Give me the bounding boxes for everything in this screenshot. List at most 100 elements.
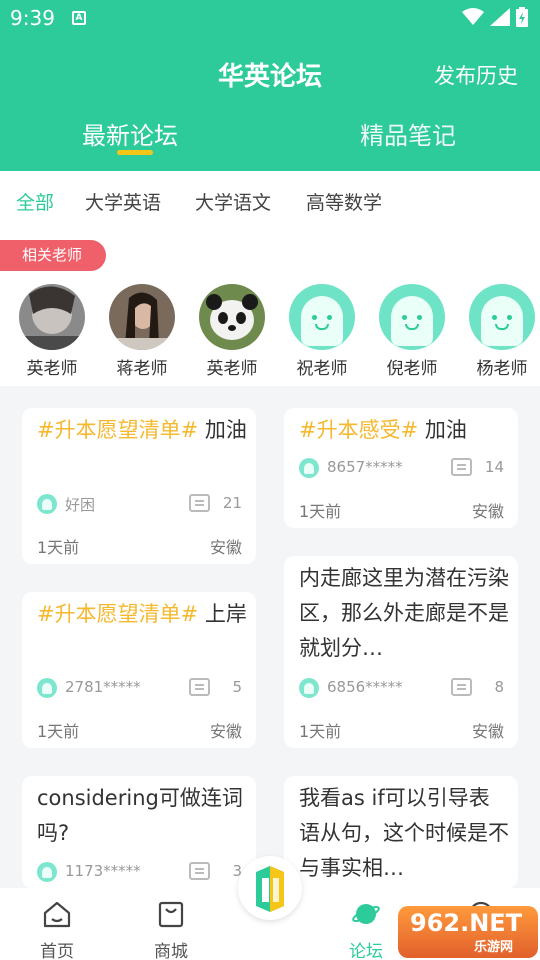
post-title: #升本愿望清单# 上岸: [37, 597, 247, 632]
post-card[interactable]: #升本愿望清单# 加油 好困 21 1天前 安徽: [22, 408, 256, 564]
user-avatar-icon: [37, 678, 57, 698]
post-text: 加油: [198, 418, 247, 442]
post-author: 6856*****: [327, 678, 403, 696]
nav-mall[interactable]: 商城: [136, 900, 206, 960]
post-title: 我看as if可以引导表语从句，这个时候是不与事实相…: [299, 786, 509, 880]
teacher-name: 祝老师: [296, 359, 348, 379]
default-avatar-icon: [289, 284, 355, 350]
nav-forum[interactable]: 论坛: [331, 900, 401, 960]
post-title: considering可做连词吗?: [37, 786, 243, 845]
tab-latest-forum[interactable]: 最新论坛: [82, 116, 178, 151]
comment-icon: [189, 862, 210, 880]
post-footer: 1天前 安徽: [37, 718, 242, 742]
post-tag[interactable]: #升本感受#: [299, 418, 418, 442]
teacher-item[interactable]: 杨老师: [457, 284, 540, 379]
teacher-item[interactable]: 祝老师: [277, 284, 367, 379]
teacher-name: 英老师: [206, 359, 258, 379]
post-footer: 1天前 安徽: [299, 718, 504, 742]
nav-home-label: 首页: [40, 942, 74, 960]
comment-icon: [451, 678, 472, 696]
teacher-avatar: [19, 284, 85, 350]
user-avatar-icon: [37, 862, 57, 882]
teacher-item[interactable]: 倪老师: [367, 284, 457, 379]
filter-advanced-math[interactable]: 高等数学: [306, 188, 382, 215]
post-card[interactable]: #升本感受# 加油 8657***** 14 1天前 安徽: [284, 408, 518, 528]
post-card[interactable]: 内走廊这里为潜在污染区，那么外走廊是不是就划分… 6856***** 8 1天前 安…: [284, 556, 518, 748]
shopping-bag-icon: [158, 901, 184, 928]
user-avatar-icon: [37, 494, 57, 514]
post-time: 1天前: [37, 538, 80, 557]
post-location: 安徽: [471, 502, 504, 521]
post-card[interactable]: 我看as if可以引导表语从句，这个时候是不与事实相…: [284, 776, 518, 888]
post-author: 8657*****: [327, 458, 403, 476]
comment-count: 5: [232, 678, 242, 696]
signal-icon: [490, 8, 510, 26]
wifi-icon: [462, 8, 484, 25]
post-card[interactable]: considering可做连词吗? 1173***** 3: [22, 776, 256, 888]
post-location: 安徽: [471, 722, 504, 741]
post-meta: 1173***** 3: [37, 862, 242, 882]
post-footer: 1天前 安徽: [37, 534, 242, 558]
nav-forum-label: 论坛: [349, 942, 383, 960]
post-title: #升本愿望清单# 加油: [37, 413, 247, 448]
planet-icon: [352, 904, 380, 924]
filter-college-chinese[interactable]: 大学语文: [195, 188, 271, 215]
post-meta: 好困 21: [37, 494, 242, 514]
comment-icon: [451, 458, 472, 476]
status-time: 9:39: [10, 6, 55, 30]
battery-icon: [516, 7, 528, 27]
post-meta: 6856***** 8: [299, 678, 504, 698]
comment-icon: [189, 494, 210, 512]
notification-icon: A: [72, 11, 86, 25]
post-text: 加油: [418, 418, 467, 442]
post-text: 上岸: [198, 602, 247, 626]
filter-all[interactable]: 全部: [16, 188, 54, 215]
comment-count: 14: [484, 458, 504, 476]
post-author: 1173*****: [65, 862, 141, 880]
post-meta: 8657***** 14: [299, 458, 504, 478]
post-author: 好困: [65, 496, 96, 514]
tab-featured-notes[interactable]: 精品笔记: [360, 116, 456, 151]
teacher-name: 杨老师: [476, 359, 528, 379]
home-icon: [43, 901, 71, 928]
related-teachers-badge: 相关老师: [0, 240, 106, 271]
nav-mall-label: 商城: [154, 942, 188, 960]
post-title: 内走廊这里为潜在污染区，那么外走廊是不是就划分…: [299, 566, 509, 660]
teacher-item[interactable]: 英老师: [7, 284, 97, 379]
comment-count: 21: [222, 494, 242, 512]
teacher-item[interactable]: 英老师: [187, 284, 277, 379]
post-title: #升本感受# 加油: [299, 413, 509, 448]
post-meta: 2781***** 5: [37, 678, 242, 698]
user-avatar-icon: [299, 678, 319, 698]
default-avatar-icon: [469, 284, 535, 350]
post-location: 安徽: [209, 722, 242, 741]
site-watermark-logo: 962.NET 乐游网: [398, 906, 538, 958]
post-author: 2781*****: [65, 678, 141, 696]
app-header: 9:39 A 华英论坛 发布历史 最新论坛 精品笔记: [0, 0, 540, 171]
teacher-name: 英老师: [26, 359, 78, 379]
active-tab-indicator: [117, 150, 153, 155]
user-avatar-icon: [299, 458, 319, 478]
default-avatar-icon: [379, 284, 445, 350]
teacher-avatar: [109, 284, 175, 350]
post-card[interactable]: #升本愿望清单# 上岸 2781***** 5 1天前 安徽: [22, 592, 256, 748]
filter-college-english[interactable]: 大学英语: [85, 188, 161, 215]
post-footer: 1天前 安徽: [299, 498, 504, 522]
post-time: 1天前: [299, 722, 342, 741]
teacher-avatar: [199, 284, 265, 350]
post-location: 安徽: [209, 538, 242, 557]
status-bar: 9:39 A: [0, 0, 540, 36]
watermark-number: 962.NET: [410, 909, 523, 937]
teacher-name: 蒋老师: [116, 359, 168, 379]
post-tag[interactable]: #升本愿望清单#: [37, 418, 198, 442]
teacher-name: 倪老师: [386, 359, 438, 379]
post-time: 1天前: [37, 722, 80, 741]
post-tag[interactable]: #升本愿望清单#: [37, 602, 198, 626]
post-time: 1天前: [299, 502, 342, 521]
publish-history-button[interactable]: 发布历史: [434, 60, 518, 90]
nav-home[interactable]: 首页: [22, 900, 92, 960]
app-logo-button[interactable]: [238, 856, 302, 920]
teacher-item[interactable]: 蒋老师: [97, 284, 187, 379]
watermark-text: 乐游网: [474, 940, 514, 955]
app-logo-icon: [256, 866, 284, 912]
